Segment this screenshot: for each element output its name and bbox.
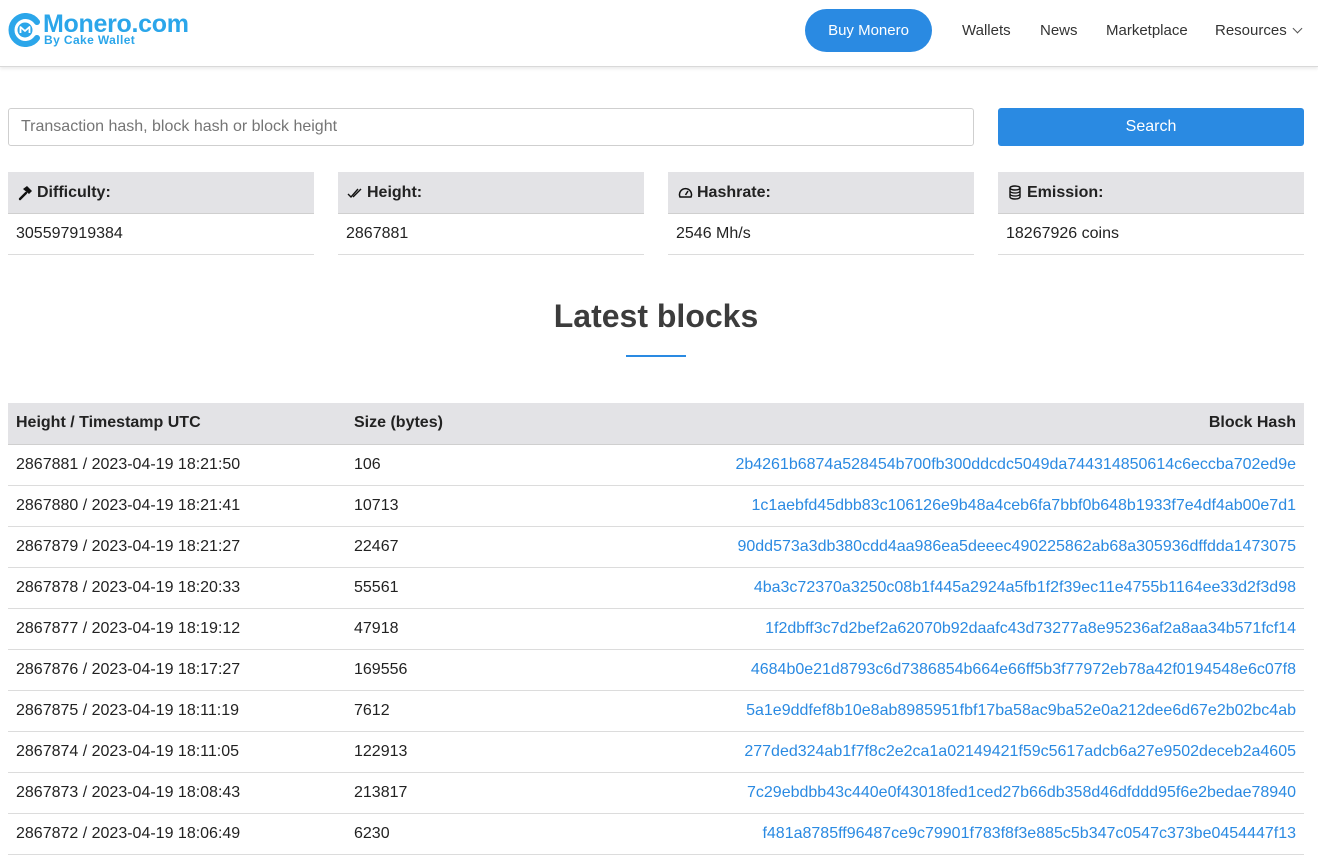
block-hash-link[interactable]: 5a1e9ddfef8b10e8ab8985951fbf17ba58ac9ba5… — [746, 702, 1296, 719]
coins-icon — [1006, 185, 1024, 201]
block-height-timestamp: 2867875 / 2023-04-19 18:11:19 — [8, 690, 346, 732]
block-size: 47918 — [346, 608, 606, 650]
table-row: 2867877 / 2023-04-19 18:19:12 47918 1f2d… — [8, 608, 1304, 650]
monero-logo-icon — [8, 13, 40, 47]
table-row: 2867874 / 2023-04-19 18:11:05 122913 277… — [8, 731, 1304, 773]
block-height-timestamp: 2867876 / 2023-04-19 18:17:27 — [8, 649, 346, 691]
stat-height-header: Height: — [338, 172, 644, 214]
block-hash-link[interactable]: 1c1aebfd45dbb83c106126e9b48a4ceb6fa7bbf0… — [751, 497, 1296, 514]
stat-emission-header: Emission: — [998, 172, 1304, 214]
nav-resources-label: Resources — [1215, 22, 1287, 39]
block-height-timestamp: 2867872 / 2023-04-19 18:06:49 — [8, 813, 346, 855]
buy-monero-button[interactable]: Buy Monero — [805, 9, 932, 52]
stat-difficulty: Difficulty: 305597919384 — [8, 172, 314, 255]
block-hash-link[interactable]: 277ded324ab1f7f8c2e2ca1a02149421f59c5617… — [744, 743, 1296, 760]
stat-hashrate-label: Hashrate: — [697, 183, 771, 201]
stat-emission-value: 18267926 coins — [998, 214, 1304, 255]
block-size: 55561 — [346, 567, 606, 609]
block-size: 10713 — [346, 485, 606, 527]
column-header-size: Size (bytes) — [346, 403, 606, 445]
table-row: 2867881 / 2023-04-19 18:21:50 106 2b4261… — [8, 444, 1304, 486]
block-height-timestamp: 2867873 / 2023-04-19 18:08:43 — [8, 772, 346, 814]
block-size: 122913 — [346, 731, 606, 773]
table-header-row: Height / Timestamp UTC Size (bytes) Bloc… — [8, 403, 1304, 445]
column-header-hash: Block Hash — [606, 403, 1304, 445]
table-row: 2867878 / 2023-04-19 18:20:33 55561 4ba3… — [8, 567, 1304, 609]
nav-news[interactable]: News — [1040, 22, 1078, 39]
hammer-icon — [16, 185, 34, 201]
stat-height: Height: 2867881 — [338, 172, 644, 255]
stat-height-label: Height: — [367, 183, 423, 201]
block-height-timestamp: 2867874 / 2023-04-19 18:11:05 — [8, 731, 346, 773]
table-row: 2867872 / 2023-04-19 18:06:49 6230 f481a… — [8, 813, 1304, 855]
block-size: 6230 — [346, 813, 606, 855]
table-row: 2867873 / 2023-04-19 18:08:43 213817 7c2… — [8, 772, 1304, 814]
search-button[interactable]: Search — [998, 108, 1304, 146]
block-height-timestamp: 2867881 / 2023-04-19 18:21:50 — [8, 444, 346, 486]
stat-height-value: 2867881 — [338, 214, 644, 255]
stat-emission: Emission: 18267926 coins — [998, 172, 1304, 255]
block-height-timestamp: 2867879 / 2023-04-19 18:21:27 — [8, 526, 346, 568]
block-hash-link[interactable]: 2b4261b6874a528454b700fb300ddcdc5049da74… — [735, 456, 1296, 473]
logo-subtitle: By Cake Wallet — [44, 33, 136, 47]
stat-difficulty-label: Difficulty: — [37, 183, 111, 201]
stat-difficulty-header: Difficulty: — [8, 172, 314, 214]
table-row: 2867876 / 2023-04-19 18:17:27 169556 468… — [8, 649, 1304, 691]
double-check-icon — [346, 185, 364, 201]
column-header-height: Height / Timestamp UTC — [8, 403, 346, 445]
table-row: 2867879 / 2023-04-19 18:21:27 22467 90dd… — [8, 526, 1304, 568]
block-size: 106 — [346, 444, 606, 486]
block-height-timestamp: 2867877 / 2023-04-19 18:19:12 — [8, 608, 346, 650]
nav-marketplace[interactable]: Marketplace — [1106, 22, 1188, 39]
site-header: Monero.com By Cake Wallet Buy Monero Wal… — [0, 0, 1318, 67]
block-size: 169556 — [346, 649, 606, 691]
stat-emission-label: Emission: — [1027, 183, 1104, 201]
block-hash-link[interactable]: 1f2dbff3c7d2bef2a62070b92daafc43d73277a8… — [765, 620, 1296, 637]
block-height-timestamp: 2867878 / 2023-04-19 18:20:33 — [8, 567, 346, 609]
block-hash-link[interactable]: 4684b0e21d8793c6d7386854b664e66ff5b3f779… — [751, 661, 1296, 678]
block-hash-link[interactable]: 90dd573a3db380cdd4aa986ea5deeec490225862… — [737, 538, 1296, 555]
nav-wallets[interactable]: Wallets — [962, 22, 1011, 39]
block-height-timestamp: 2867880 / 2023-04-19 18:21:41 — [8, 485, 346, 527]
block-hash-link[interactable]: 7c29ebdbb43c440e0f43018fed1ced27b66db358… — [747, 784, 1296, 801]
latest-blocks-table: Height / Timestamp UTC Size (bytes) Bloc… — [8, 403, 1304, 855]
gauge-icon — [676, 185, 694, 201]
table-row: 2867880 / 2023-04-19 18:21:41 10713 1c1a… — [8, 485, 1304, 527]
logo[interactable]: Monero.com By Cake Wallet — [8, 10, 208, 53]
table-row: 2867875 / 2023-04-19 18:11:19 7612 5a1e9… — [8, 690, 1304, 732]
stat-difficulty-value: 305597919384 — [8, 214, 314, 255]
nav-resources[interactable]: Resources — [1215, 22, 1303, 39]
stat-hashrate-value: 2546 Mh/s — [668, 214, 974, 255]
block-size: 22467 — [346, 526, 606, 568]
title-underline — [626, 355, 686, 357]
latest-blocks-title: Latest blocks — [553, 298, 759, 334]
chevron-down-icon — [1292, 23, 1303, 34]
block-size: 213817 — [346, 772, 606, 814]
block-hash-link[interactable]: 4ba3c72370a3250c08b1f445a2924a5fb1f2f39e… — [754, 579, 1296, 596]
stat-hashrate: Hashrate: 2546 Mh/s — [668, 172, 974, 255]
block-hash-link[interactable]: f481a8785ff96487ce9c79901f783f8f3e885c5b… — [762, 825, 1296, 842]
block-size: 7612 — [346, 690, 606, 732]
search-input[interactable] — [8, 108, 974, 146]
stat-hashrate-header: Hashrate: — [668, 172, 974, 214]
